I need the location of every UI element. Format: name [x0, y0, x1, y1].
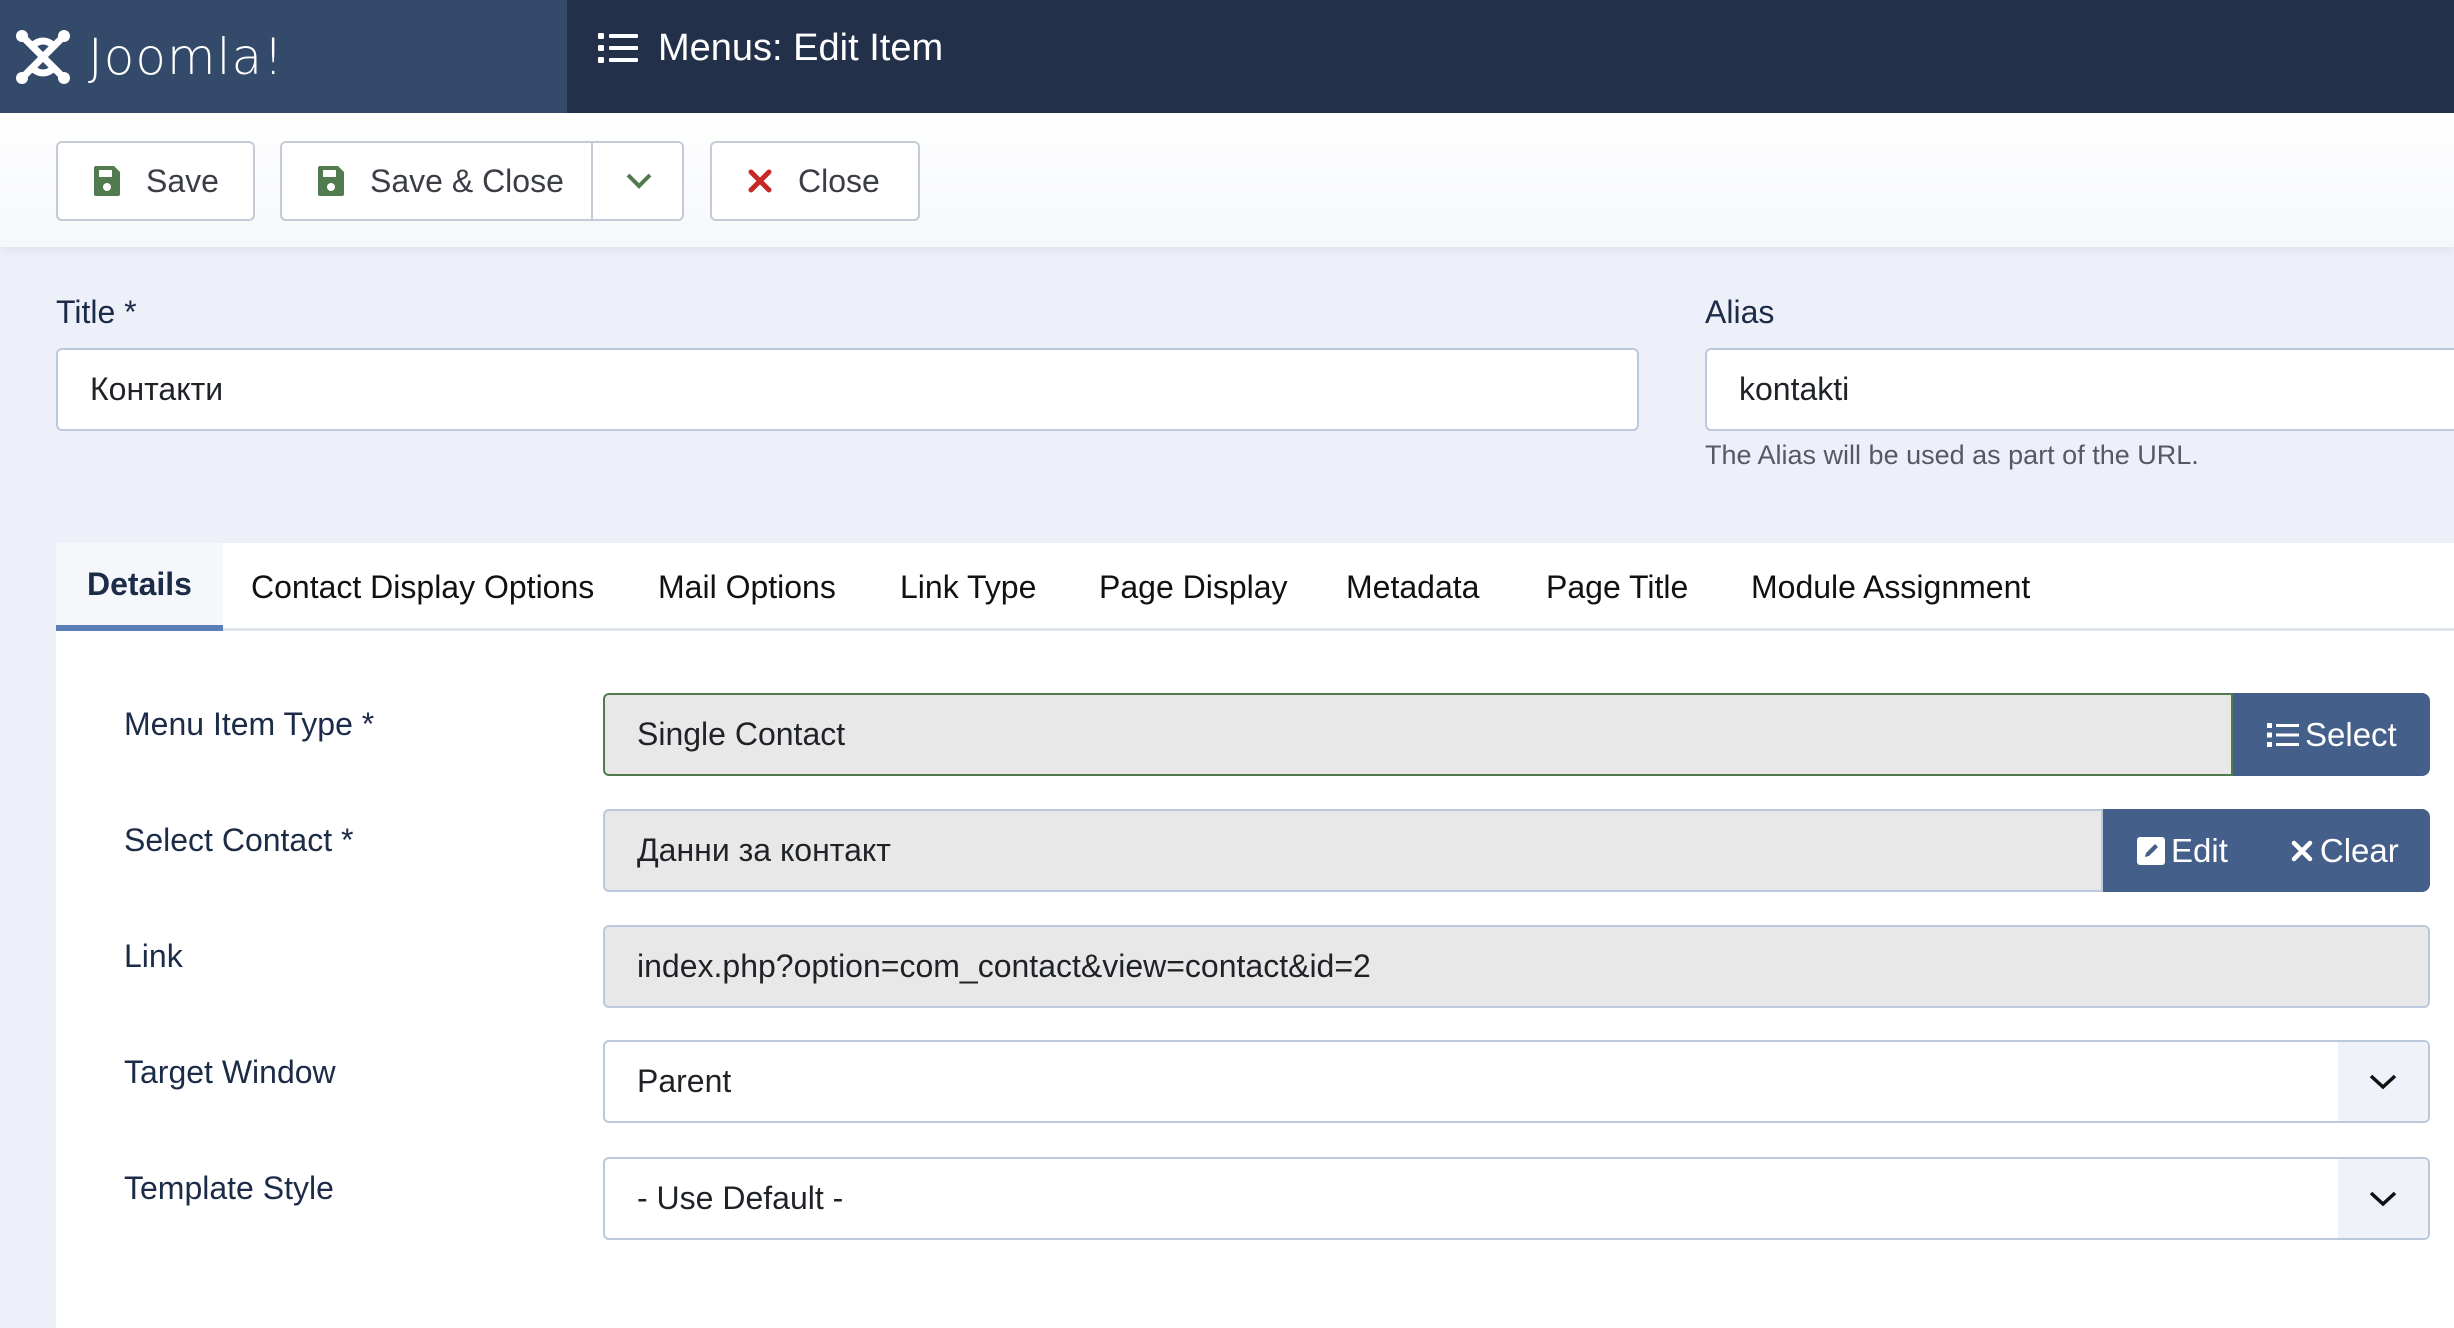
target-window-value: Parent: [637, 1063, 732, 1099]
details-panel: Details Contact Display Options Mail Opt…: [56, 543, 2454, 1328]
menu-item-type-field: Single Contact: [603, 693, 2233, 776]
tab-details[interactable]: Details: [56, 543, 223, 631]
select-contact-field: Данни за контакт: [603, 809, 2103, 892]
tab-contact-display-options[interactable]: Contact Display Options: [251, 543, 594, 631]
title-label: Title *: [56, 294, 137, 330]
floppy-disk-icon: [94, 166, 120, 196]
close-button[interactable]: Close: [710, 141, 920, 221]
title-value: Контакти: [90, 371, 224, 407]
chevron-down-icon: [626, 173, 651, 189]
clear-contact-button[interactable]: Clear: [2262, 809, 2399, 892]
x-icon: [748, 169, 772, 193]
alias-label: Alias: [1705, 294, 1775, 330]
select-contact-actions: Edit Clear: [2103, 809, 2430, 892]
page-title: Menus: Edit Item: [598, 0, 943, 96]
clear-label: Clear: [2319, 831, 2399, 869]
menu-item-type-label: Menu Item Type *: [124, 706, 375, 742]
header: Joomla! Menus: Edit Item: [0, 0, 2454, 113]
tab-mail-options[interactable]: Mail Options: [658, 543, 836, 631]
chevron-down-icon: [2338, 1042, 2428, 1121]
menu-item-type-actions: Select: [2233, 693, 2430, 776]
template-style-label: Template Style: [124, 1170, 334, 1206]
page-title-text: Menus: Edit Item: [658, 26, 944, 69]
save-close-label: Save & Close: [370, 162, 564, 199]
pencil-square-icon: [2137, 836, 2165, 865]
list-icon: [598, 33, 638, 63]
list-icon: [2267, 722, 2299, 747]
tab-bar: Details Contact Display Options Mail Opt…: [56, 543, 2454, 631]
save-close-button[interactable]: Save & Close: [280, 141, 684, 221]
save-label: Save: [146, 162, 219, 199]
link-value: index.php?option=com_contact&view=contac…: [637, 948, 1371, 984]
alias-value: kontakti: [1739, 371, 1850, 407]
tab-label: Link Type: [900, 568, 1037, 605]
alias-input[interactable]: kontakti: [1705, 348, 2454, 431]
tab-label: Mail Options: [658, 568, 836, 605]
tab-module-assignment[interactable]: Module Assignment: [1751, 543, 2030, 631]
tab-label: Module Assignment: [1751, 568, 2031, 605]
target-window-label: Target Window: [124, 1054, 336, 1090]
close-label: Close: [798, 162, 880, 199]
edit-contact-button[interactable]: Edit: [2103, 809, 2262, 892]
tab-label: Page Title: [1546, 568, 1689, 605]
tab-label: Metadata: [1346, 568, 1480, 605]
tab-label: Contact Display Options: [251, 568, 595, 605]
select-contact-value: Данни за контакт: [637, 832, 891, 868]
toolbar: Save Save & Close Close: [0, 113, 2454, 247]
logo-panel[interactable]: Joomla!: [0, 0, 567, 113]
chevron-down-icon: [2338, 1159, 2428, 1238]
save-options-dropdown-toggle[interactable]: [593, 143, 684, 219]
select-label: Select: [2305, 715, 2397, 753]
edit-label: Edit: [2171, 831, 2228, 869]
alias-help-text: The Alias will be used as part of the UR…: [1705, 440, 2199, 470]
save-button[interactable]: Save: [56, 141, 255, 221]
x-icon: [2290, 839, 2314, 863]
brand-name: Joomla!: [88, 27, 285, 86]
tab-label: Page Display: [1099, 568, 1288, 605]
link-field: index.php?option=com_contact&view=contac…: [603, 925, 2430, 1008]
tab-link-type[interactable]: Link Type: [900, 543, 1036, 631]
select-contact-label: Select Contact *: [124, 822, 354, 858]
title-input[interactable]: Контакти: [56, 348, 1639, 431]
tab-page-title[interactable]: Page Title: [1546, 543, 1688, 631]
tab-page-display[interactable]: Page Display: [1099, 543, 1288, 631]
template-style-value: - Use Default -: [637, 1180, 844, 1216]
tab-label: Details: [87, 565, 192, 602]
link-label: Link: [124, 938, 183, 974]
target-window-select[interactable]: Parent: [603, 1040, 2430, 1123]
menu-item-type-value: Single Contact: [637, 716, 846, 752]
tab-metadata[interactable]: Metadata: [1346, 543, 1479, 631]
template-style-select[interactable]: - Use Default -: [603, 1157, 2430, 1240]
joomla-logo-icon: [16, 29, 70, 84]
select-menu-item-type-button[interactable]: Select: [2233, 693, 2397, 776]
floppy-disk-icon: [318, 166, 344, 196]
